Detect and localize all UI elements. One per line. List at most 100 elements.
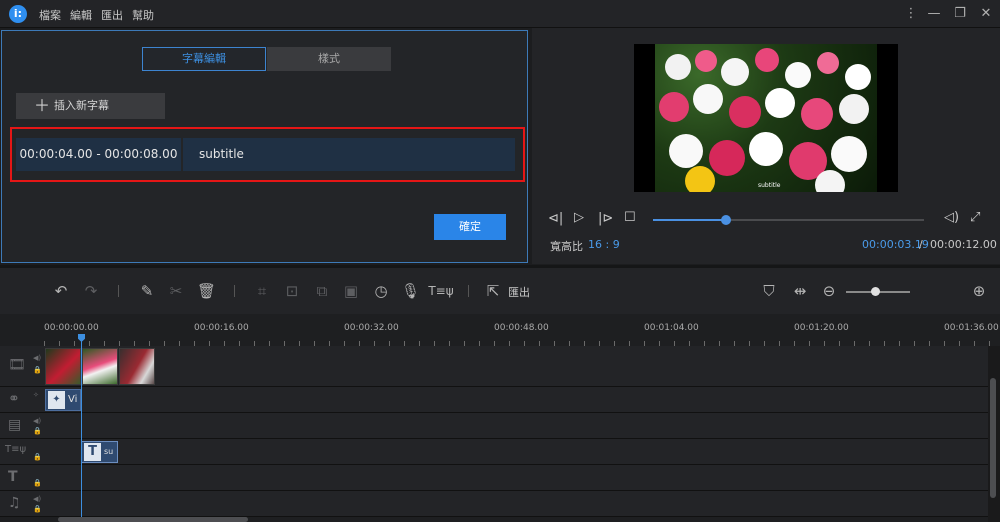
overlay-track[interactable]: ▤ ◀) 🔒 (0, 413, 988, 439)
seek-bar-handle[interactable] (721, 215, 731, 225)
horizontal-scrollbar-thumb[interactable] (58, 517, 248, 522)
subtitle-time-range[interactable]: 00:00:04.00 - 00:00:08.00 (16, 138, 181, 171)
toolbar-divider (118, 285, 119, 297)
fit-width-icon[interactable]: ⇹ (790, 282, 810, 300)
aspect-ratio-label: 寬高比 (550, 240, 583, 253)
video-frame-image (655, 44, 877, 192)
video-track[interactable]: 🎞 ◀) 🔒 (0, 346, 988, 387)
music-track[interactable]: ♫ ◀) 🔒 (0, 491, 988, 517)
plus-icon: ＋ (34, 96, 51, 115)
audio-toggle-icon[interactable]: ◀) (33, 354, 41, 362)
fullscreen-icon[interactable]: ⤢ (970, 210, 980, 225)
vertical-scrollbar[interactable] (988, 346, 1000, 522)
minimize-icon[interactable]: — (926, 6, 942, 22)
subtitle-clip[interactable]: T su (81, 441, 118, 463)
subtitle-editor-panel: 字幕編輯 樣式 ＋ 插入新字幕 00:00:04.00 - 00:00:08.0… (1, 30, 528, 263)
ruler-label: 00:01:04.00 (644, 323, 699, 333)
track-header: ▤ ◀) 🔒 (0, 413, 44, 438)
video-clip[interactable] (45, 348, 81, 385)
pencil-icon[interactable]: ✎ (138, 282, 156, 300)
track-header: T 🔒 (0, 465, 44, 490)
app-logo: i: (9, 5, 27, 23)
menu-file[interactable]: 檔案 (39, 7, 61, 23)
menu-edit[interactable]: 編輯 (70, 7, 92, 23)
export-label[interactable]: 匯出 (508, 284, 530, 300)
lock-icon[interactable]: 🔒 (33, 505, 42, 513)
split-icon[interactable]: ⧉ (312, 282, 332, 300)
vertical-scrollbar-thumb[interactable] (990, 378, 996, 498)
subtitle-text-field[interactable]: subtitle (183, 138, 515, 171)
crop-icon[interactable]: ⌗ (253, 282, 271, 300)
effect-clip[interactable]: ✦ Vi (45, 389, 81, 411)
music-icon: ♫ (8, 495, 21, 511)
track-header: 🎞 ◀) 🔒 (0, 346, 44, 386)
tab-style[interactable]: 樣式 (267, 47, 391, 71)
lock-icon[interactable]: 🔒 (33, 427, 42, 435)
stop-icon[interactable]: ☐ (624, 210, 636, 225)
more-options-icon[interactable]: ⋮ (903, 6, 919, 22)
track-header: T≡ψ 🔒 (0, 439, 44, 464)
aspect-ratio-value[interactable]: 16 : 9 (588, 238, 620, 251)
toolbar-divider (234, 285, 235, 297)
frame-icon[interactable]: ▣ (342, 282, 360, 300)
marker-icon[interactable]: ⛉ (760, 282, 778, 300)
undo-icon[interactable]: ↶ (52, 282, 70, 300)
insert-subtitle-label: 插入新字幕 (54, 99, 109, 112)
timeline-toolbar: ↶ ↷ ✎ ✂ 🗑 ⌗ ⊡ ⧉ ▣ ◷ 🎙 T≡ψ ⇱ 匯出 ⛉ ⇹ ⊖ ⊕ (0, 268, 1000, 314)
track-header: ♫ ◀) 🔒 (0, 491, 44, 516)
time-separator: / (919, 238, 923, 251)
insert-subtitle-button[interactable]: ＋ 插入新字幕 (16, 93, 165, 119)
lock-icon[interactable]: 🔒 (33, 453, 42, 461)
effects-track[interactable]: ⚭ ✧ ✦ Vi (0, 387, 988, 413)
ruler-label: 00:00:16.00 (194, 323, 249, 333)
ruler-label: 00:00:00.00 (44, 323, 99, 333)
audio-toggle-icon[interactable]: ◀) (33, 495, 41, 503)
video-clip[interactable] (119, 348, 155, 385)
text-icon: T (84, 443, 101, 461)
export-icon[interactable]: ⇱ (484, 282, 502, 300)
time-ruler[interactable]: 00:00:00.00 00:00:16.00 00:00:32.00 00:0… (0, 314, 1000, 346)
mic-icon[interactable]: 🎙 (401, 282, 420, 300)
audio-toggle-icon[interactable]: ◀) (33, 417, 41, 425)
volume-icon[interactable]: ◁) (944, 210, 959, 225)
zoom-in-icon[interactable]: ⊕ (970, 282, 988, 300)
scissors-icon[interactable]: ✂ (167, 282, 185, 300)
overlay-film-icon: ▤ (8, 417, 22, 433)
zoom-slider-handle[interactable] (871, 287, 880, 296)
ruler-label: 00:01:36.00 (944, 323, 999, 333)
toolbar-divider (468, 285, 469, 297)
text-icon: T (8, 469, 18, 485)
fit-icon[interactable]: ⊡ (283, 282, 301, 300)
video-clip[interactable] (82, 348, 118, 385)
text-track[interactable]: T 🔒 (0, 465, 988, 491)
prev-frame-icon[interactable]: ⊲| (548, 211, 563, 226)
clock-icon[interactable]: ◷ (372, 282, 390, 300)
menu-help[interactable]: 幫助 (132, 7, 154, 23)
tab-subtitle-edit[interactable]: 字幕編輯 (142, 47, 266, 71)
film-icon: 🎞 (8, 357, 26, 373)
video-preview: subtitle (634, 44, 898, 192)
text-speech-icon[interactable]: T≡ψ (428, 282, 454, 300)
ruler-label: 00:00:32.00 (344, 323, 399, 333)
effect-clip-label: Vi (68, 394, 78, 405)
lock-icon[interactable]: 🔒 (33, 479, 42, 487)
subtitle-track[interactable]: T≡ψ 🔒 T su (0, 439, 988, 465)
ruler-label: 00:01:20.00 (794, 323, 849, 333)
timeline: 00:00:00.00 00:00:16.00 00:00:32.00 00:0… (0, 314, 1000, 522)
track-header: ⚭ ✧ (0, 387, 44, 412)
trash-icon[interactable]: 🗑 (197, 282, 216, 300)
restore-icon[interactable]: ❐ (952, 6, 968, 22)
play-icon[interactable]: ▷ (574, 210, 584, 225)
redo-icon[interactable]: ↷ (82, 282, 100, 300)
seek-bar-progress (653, 219, 726, 221)
confirm-button[interactable]: 確定 (434, 214, 506, 240)
title-bar: i: 檔案 編輯 匯出 幫助 ⋮ — ❐ ✕ (0, 0, 1000, 28)
filter-icon: ⚭ (8, 391, 20, 407)
menu-export[interactable]: 匯出 (101, 7, 123, 23)
zoom-out-icon[interactable]: ⊖ (820, 282, 838, 300)
lock-icon[interactable]: 🔒 (33, 366, 42, 374)
magic-icon[interactable]: ✧ (33, 391, 39, 399)
playhead[interactable] (81, 338, 82, 522)
next-frame-icon[interactable]: |⊳ (598, 211, 613, 226)
close-icon[interactable]: ✕ (978, 6, 994, 22)
